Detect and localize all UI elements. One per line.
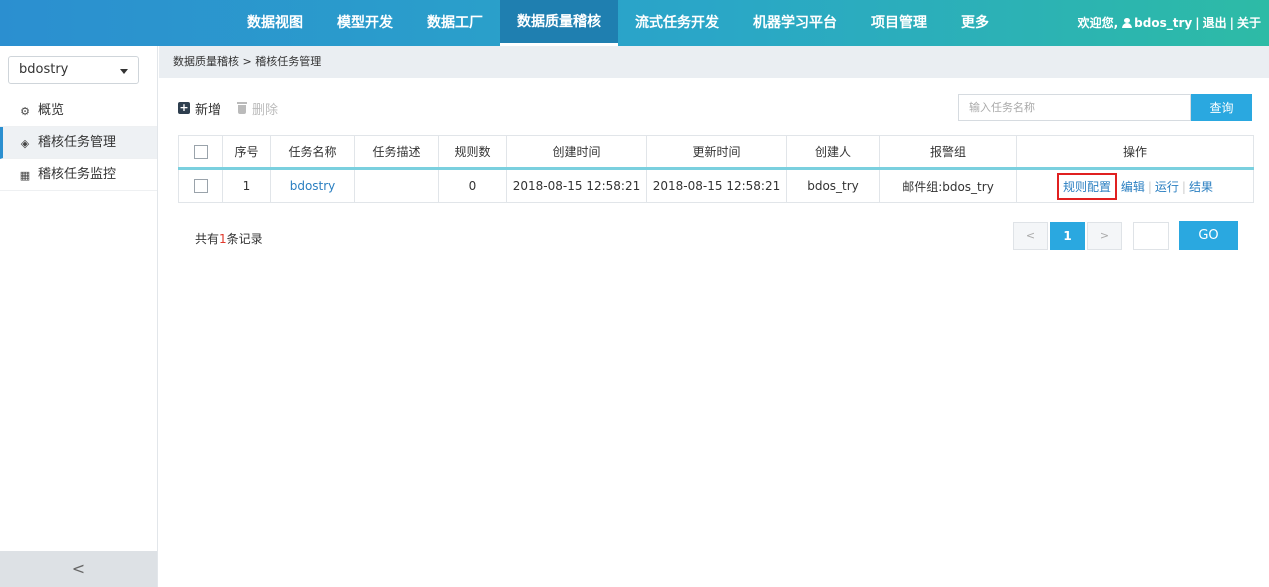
sidebar: bdostry ⚙ 概览 ◈ 稽核任务管理 ▦ 稽核任务监控 < — [0, 46, 158, 587]
welcome-text: 欢迎您, — [1077, 16, 1119, 30]
nav-item-data-factory[interactable]: 数据工厂 — [410, 0, 500, 46]
record-prefix: 共有 — [195, 232, 220, 246]
run-link[interactable]: 运行 — [1155, 180, 1179, 194]
chevron-left-icon: < — [71, 559, 86, 578]
record-count: 共有1条记录 — [195, 230, 263, 247]
cell-task-name: bdostry — [270, 168, 355, 203]
result-link[interactable]: 结果 — [1189, 180, 1213, 194]
delete-button[interactable]: 删除 — [237, 99, 278, 118]
row-checkbox[interactable] — [193, 179, 208, 194]
breadcrumb-text: 数据质量稽核 > 稽核任务管理 — [173, 55, 322, 68]
username-link[interactable]: bdos_try — [1134, 0, 1192, 46]
column-header: 序号 — [222, 135, 271, 170]
add-button-label: 新增 — [195, 102, 222, 118]
task-search-input[interactable] — [958, 94, 1191, 121]
record-count-number: 1 — [219, 232, 227, 246]
sidebar-item-label: 稽核任务管理 — [38, 135, 117, 150]
column-header: 更新时间 — [646, 135, 787, 170]
about-link[interactable]: 关于 — [1237, 0, 1261, 46]
column-header: 报警组 — [879, 135, 1017, 170]
sidebar-item-overview[interactable]: ⚙ 概览 — [0, 95, 157, 127]
user-icon — [1122, 18, 1133, 28]
page-1-button[interactable]: 1 — [1050, 222, 1085, 250]
separator: | — [1229, 16, 1234, 30]
cell-creator: bdos_try — [786, 168, 880, 203]
nav-item-model-dev[interactable]: 模型开发 — [320, 0, 410, 46]
sidebar-collapse-button[interactable]: < — [0, 551, 157, 587]
nav-item-stream-task[interactable]: 流式任务开发 — [618, 0, 736, 46]
user-area: 欢迎您, bdos_try | 退出 | 关于 — [1078, 0, 1261, 46]
side-menu: ⚙ 概览 ◈ 稽核任务管理 ▦ 稽核任务监控 — [0, 95, 157, 191]
nav-item-data-view[interactable]: 数据视图 — [230, 0, 320, 46]
search-button[interactable]: 查询 — [1191, 94, 1252, 121]
prev-page-button[interactable]: < — [1013, 222, 1048, 250]
column-header: 任务名称 — [270, 135, 355, 170]
sidebar-item-label: 稽核任务监控 — [38, 167, 117, 182]
rule-config-link[interactable]: 规则配置 — [1063, 180, 1111, 194]
add-button[interactable]: + 新增 — [178, 99, 221, 118]
table-row: 1 bdostry 0 2018-08-15 12:58:21 2018-08-… — [178, 168, 1254, 203]
column-header: 规则数 — [438, 135, 507, 170]
op-divider: | — [1181, 179, 1186, 194]
page-number-input[interactable] — [1133, 222, 1169, 250]
sidebar-item-task-monitor[interactable]: ▦ 稽核任务监控 — [0, 159, 157, 191]
edit-link[interactable]: 编辑 — [1121, 180, 1145, 194]
sidebar-item-task-management[interactable]: ◈ 稽核任务管理 — [0, 127, 157, 159]
nav-item-ml-platform[interactable]: 机器学习平台 — [736, 0, 854, 46]
highlight-box: 规则配置 — [1057, 172, 1118, 200]
nav-item-data-quality[interactable]: 数据质量稽核 — [500, 0, 618, 46]
cell-rule-count: 0 — [438, 168, 507, 203]
project-select-value: bdostry — [19, 62, 69, 77]
toolbar: + 新增 删除 — [178, 96, 294, 120]
trash-icon — [237, 102, 248, 114]
header-select-all — [178, 135, 223, 170]
next-page-button[interactable]: > — [1087, 222, 1122, 250]
column-header: 任务描述 — [354, 135, 439, 170]
cogs-icon: ⚙ — [20, 105, 30, 118]
cell-index: 1 — [222, 168, 271, 203]
project-select[interactable]: bdostry — [8, 56, 139, 84]
task-table: 序号 任务名称 任务描述 规则数 创建时间 更新时间 创建人 报警组 操作 1 … — [178, 135, 1254, 203]
cube-icon: ◈ — [20, 137, 30, 150]
column-header: 操作 — [1016, 135, 1254, 170]
caret-down-icon — [120, 69, 128, 74]
go-button[interactable]: GO — [1179, 221, 1238, 250]
separator: | — [1195, 16, 1200, 30]
delete-button-label: 删除 — [252, 102, 279, 118]
task-name-link[interactable]: bdostry — [290, 179, 336, 193]
nav-item-project-mgmt[interactable]: 项目管理 — [854, 0, 944, 46]
cell-created-time: 2018-08-15 12:58:21 — [506, 168, 647, 203]
record-suffix: 条记录 — [226, 232, 263, 246]
sidebar-item-label: 概览 — [38, 103, 65, 118]
main-nav: 数据视图 模型开发 数据工厂 数据质量稽核 流式任务开发 机器学习平台 项目管理… — [230, 0, 1006, 46]
cell-operations: 规则配置 编辑 | 运行 | 结果 — [1016, 168, 1254, 203]
logout-link[interactable]: 退出 — [1203, 0, 1227, 46]
op-divider: | — [1147, 179, 1152, 194]
row-select-cell — [178, 168, 223, 203]
column-header: 创建时间 — [506, 135, 647, 170]
grid-icon: ▦ — [19, 169, 31, 182]
cell-task-desc — [354, 168, 439, 203]
nav-item-more[interactable]: 更多 — [944, 0, 1006, 46]
table-header-row: 序号 任务名称 任务描述 规则数 创建时间 更新时间 创建人 报警组 操作 — [178, 135, 1254, 170]
plus-icon: + — [178, 101, 190, 114]
select-all-checkbox[interactable] — [193, 144, 208, 159]
cell-alarm-group: 邮件组:bdos_try — [879, 168, 1017, 203]
cell-updated-time: 2018-08-15 12:58:21 — [646, 168, 787, 203]
top-bar: 数据视图 模型开发 数据工厂 数据质量稽核 流式任务开发 机器学习平台 项目管理… — [0, 0, 1269, 46]
breadcrumb: 数据质量稽核 > 稽核任务管理 — [159, 46, 1269, 78]
column-header: 创建人 — [786, 135, 880, 170]
